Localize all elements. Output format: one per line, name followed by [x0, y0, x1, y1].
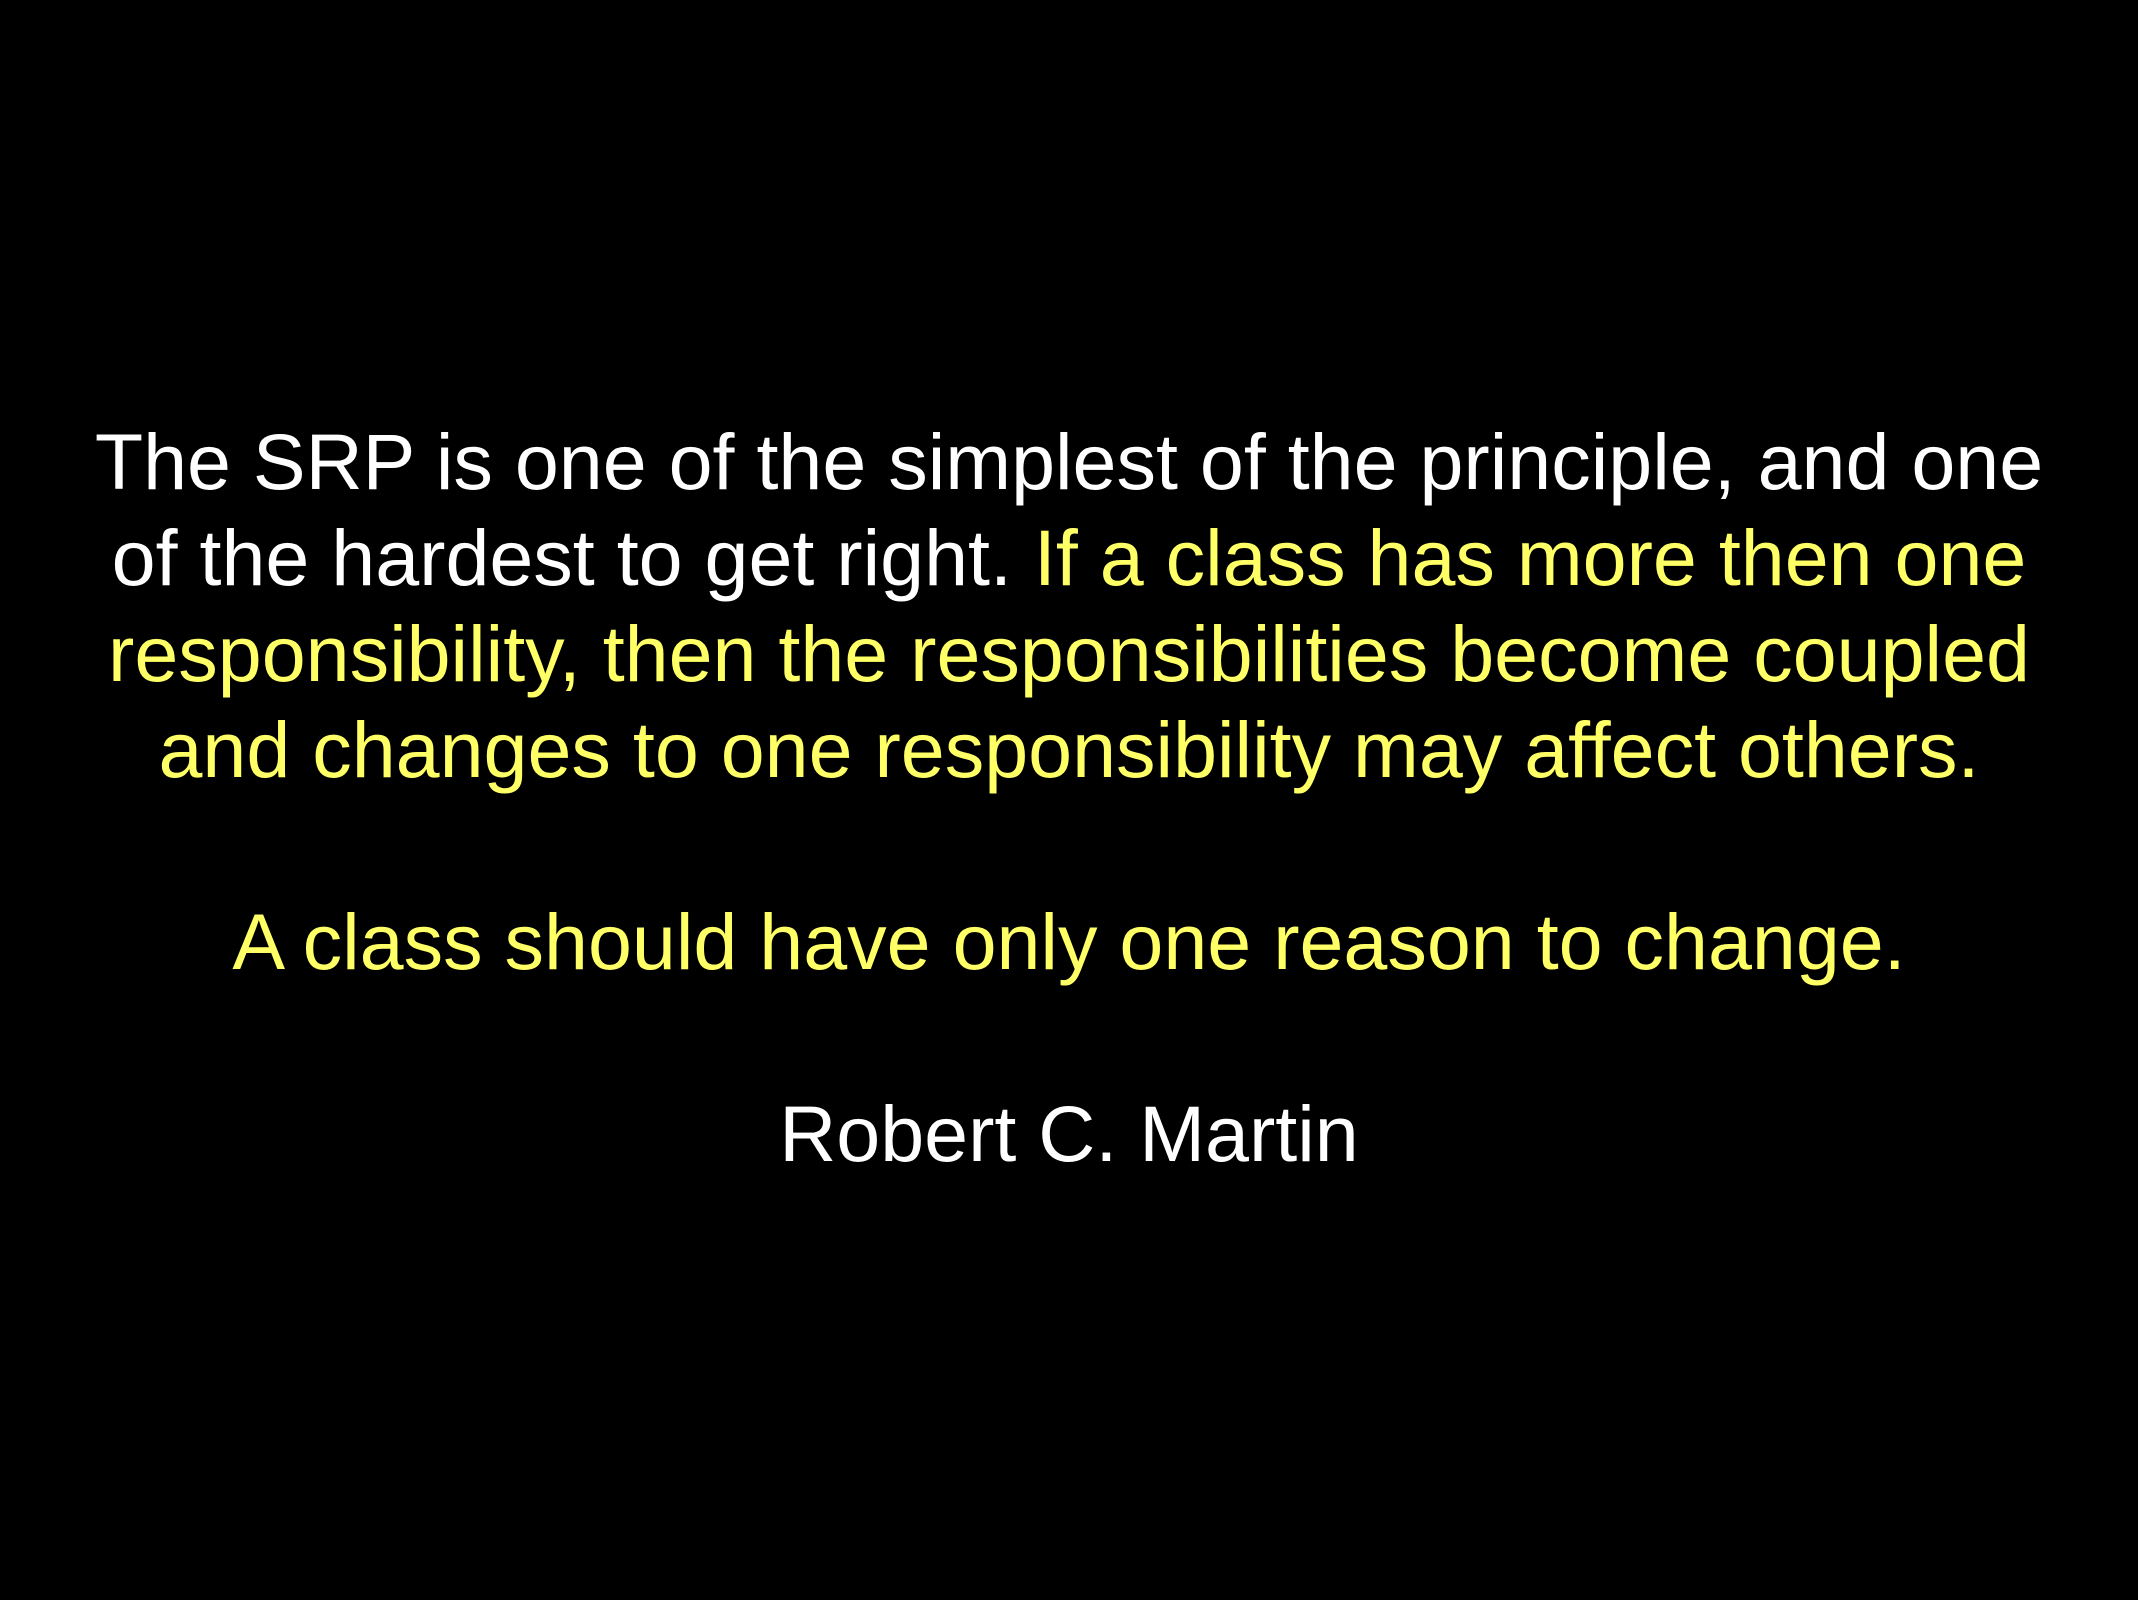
quote-line-2-white-text: of the hardest to get right.: [111, 513, 1034, 602]
quote-line-3-text: responsibility, then the responsibilitie…: [108, 609, 2030, 698]
principle-paragraph: A class should have only one reason to c…: [0, 894, 2138, 990]
quote-line-3: responsibility, then the responsibilitie…: [0, 606, 2138, 702]
attribution-paragraph: Robert C. Martin: [0, 1086, 2138, 1182]
quote-line-4-text: and changes to one responsibility may af…: [158, 705, 1980, 794]
principle-text: A class should have only one reason to c…: [232, 897, 1906, 986]
quote-line-2-yellow-text: If a class has more then one: [1033, 513, 2027, 602]
quote-line-2: of the hardest to get right. If a class …: [0, 510, 2138, 606]
quote-line-1: The SRP is one of the simplest of the pr…: [0, 414, 2138, 510]
quote-paragraph: The SRP is one of the simplest of the pr…: [0, 414, 2138, 798]
quote-line-1-text: The SRP is one of the simplest of the pr…: [94, 417, 2044, 506]
attribution-text: Robert C. Martin: [779, 1089, 1359, 1178]
slide: The SRP is one of the simplest of the pr…: [0, 0, 2138, 1600]
quote-line-4: and changes to one responsibility may af…: [0, 702, 2138, 798]
quote-block: The SRP is one of the simplest of the pr…: [0, 414, 2138, 1182]
